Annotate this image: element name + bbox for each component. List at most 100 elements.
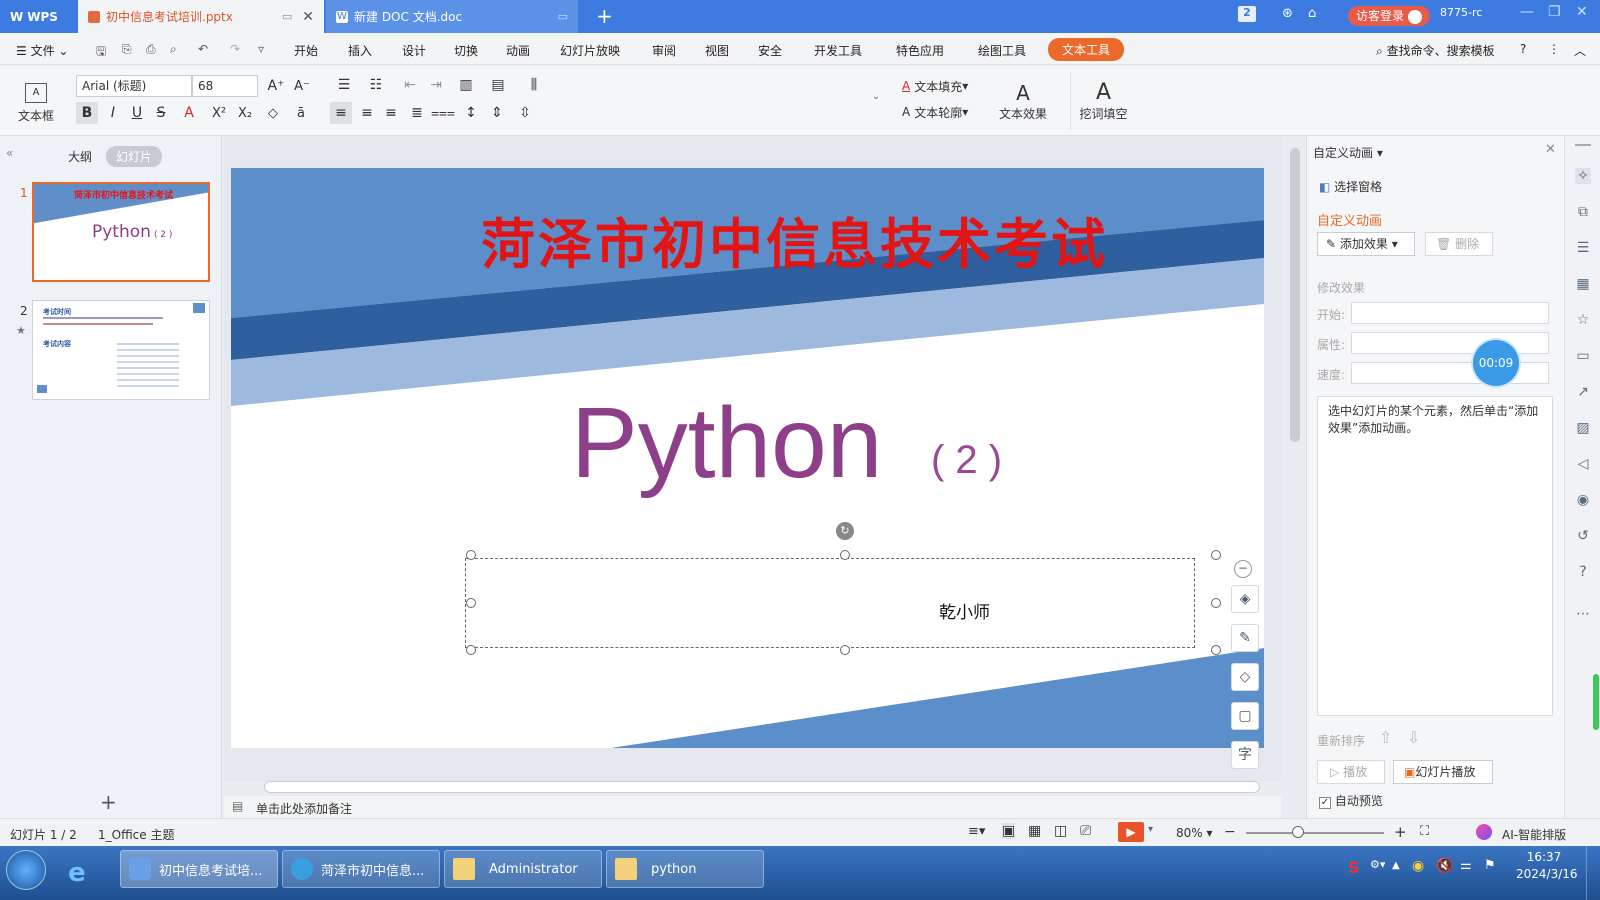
speed-select[interactable] [1351,362,1549,384]
presenter-view-icon[interactable]: ⎚ [1080,823,1091,839]
property-select[interactable] [1351,332,1549,354]
resize-handle[interactable] [1211,550,1221,560]
fill-bucket-icon[interactable]: ◇ [1231,663,1259,691]
menu-view[interactable]: 视图 [705,42,729,59]
edit-pen-icon[interactable]: ✎ [1231,624,1259,652]
font-family-select[interactable]: Arial (标题) [76,75,192,97]
align-right-icon[interactable]: ≡ [380,102,402,124]
save-icon[interactable]: 🖫 [96,42,106,63]
select-pane-button[interactable]: ◧ 选择窗格 [1319,178,1382,195]
tab-slides[interactable]: 幻灯片 [106,146,163,167]
slide-suffix-text[interactable]: ( 2 ) [931,438,1002,483]
cloze-button[interactable]: A 挖词填空 [1070,72,1136,130]
add-effect-button[interactable]: ✎ 添加效果 ▾ [1317,232,1415,256]
menu-review[interactable]: 审阅 [652,42,676,59]
tab-doc-file[interactable]: W 新建 DOC 文档.doc ▭ [326,0,578,33]
menu-security[interactable]: 安全 [758,42,782,59]
close-tab-icon[interactable]: ✕ [302,9,314,25]
decrease-font-icon[interactable]: A⁻ [292,76,312,96]
screen-icon[interactable]: ▭ [282,10,292,23]
notes-toggle-icon[interactable]: ≡▾ [968,824,985,839]
wps-home-tab[interactable]: W WPS [0,0,76,33]
collapse-pane-icon[interactable]: « [6,146,13,160]
ie-browser-icon[interactable]: e [68,858,86,888]
zoom-slider-thumb[interactable] [1292,826,1304,838]
minimize-icon[interactable]: — [1520,4,1534,20]
share-icon[interactable]: ⊛ [1282,6,1293,21]
backup-icon[interactable]: ◉ [1575,492,1591,508]
share-icon[interactable]: ↗ [1575,384,1591,400]
file-menu[interactable]: ☰ 文件 ⌄ [16,42,68,59]
slideshow-dropdown-icon[interactable]: ▾ [1148,824,1153,835]
columns-icon[interactable]: ▥ [454,75,478,95]
align-left-icon[interactable]: ≡ [330,102,352,124]
indent-icon[interactable]: ⇥ [426,75,446,95]
font-color-icon[interactable]: A [176,102,202,124]
menu-features[interactable]: 特色应用 [896,42,944,59]
resize-handle[interactable] [840,550,850,560]
text-fill-button[interactable]: A 文本填充 ▾ [902,76,968,96]
bold-icon[interactable]: B [76,102,98,124]
animation-icon[interactable]: ✧ [1575,168,1591,184]
increase-font-icon[interactable]: A⁺ [266,76,286,96]
image-library-icon[interactable]: ▦ [1575,276,1591,292]
justify-icon[interactable]: ≣ [406,102,428,124]
show-desktop-button[interactable] [1586,846,1600,900]
slide-main-text[interactable]: Python [571,386,882,501]
more-dots-icon[interactable]: ⋯ [1575,606,1591,622]
collapse-tools-icon[interactable]: − [1234,560,1252,578]
subscript-icon[interactable]: X₂ [234,102,256,124]
selected-textbox[interactable] [465,558,1195,648]
align-text-icon[interactable]: ⫼ [522,75,546,95]
help-icon[interactable]: ? [1520,42,1526,56]
text-format-icon[interactable]: 字 [1231,741,1259,769]
history-icon[interactable]: ↺ [1575,528,1591,544]
taskbar-item-folder-python[interactable]: python [606,850,764,888]
new-tab-button[interactable]: + [596,4,613,28]
font-size-select[interactable]: 68 [192,75,258,97]
move-up-icon[interactable]: ⇧ [1379,728,1392,747]
flag-icon[interactable]: ⚑ [1484,858,1496,873]
volume-muted-icon[interactable]: 🔇 [1436,858,1453,874]
network-icon[interactable]: ⚌ [1460,858,1472,873]
vertical-scrollbar[interactable] [1290,148,1300,442]
user-label[interactable]: 8775-rc [1440,6,1482,19]
delete-button[interactable]: 🗑 删除 [1425,232,1493,256]
start-select[interactable] [1351,302,1549,324]
resize-handle[interactable] [466,550,476,560]
play-slideshow-icon[interactable]: ▶ [1118,822,1144,842]
clock[interactable]: 16:37 2024/3/16 [1516,850,1578,881]
menu-design[interactable]: 设计 [402,42,426,59]
command-search[interactable]: ⌕ 查找命令、搜索模板 [1376,42,1495,59]
taskbar-item-browser[interactable]: 菏泽市初中信息... [282,850,440,888]
login-button[interactable]: 访客登录 [1348,6,1430,26]
char-spacing-icon[interactable]: ā [288,102,314,124]
resize-handle[interactable] [840,645,850,655]
resize-handle[interactable] [1211,645,1221,655]
play-button[interactable]: ▷ 播放 [1317,760,1385,784]
align-center-icon[interactable]: ≡ [356,102,378,124]
star-icon[interactable]: ☆ [1575,312,1591,328]
zoom-slider[interactable] [1246,832,1384,834]
resize-handle[interactable] [466,645,476,655]
zoom-in-icon[interactable]: + [1394,823,1407,841]
resize-handle[interactable] [466,598,476,608]
notes-bar[interactable]: ▤ 单击此处添加备注 [224,796,1281,818]
slide-title[interactable]: 菏泽市初中信息技术考试 [481,200,1108,279]
add-slide-button[interactable]: + [100,790,117,814]
maximize-icon[interactable]: ❐ [1548,4,1561,20]
menu-insert[interactable]: 插入 [348,42,372,59]
para-spacing-icon[interactable]: ⇕ [486,102,508,124]
horizontal-scrollbar[interactable] [264,781,1260,793]
preview-icon[interactable]: ⌕ [170,42,177,57]
redo-icon[interactable]: ↷ [230,42,240,56]
author-text[interactable]: 乾小师 [939,598,990,623]
text-outline-button[interactable]: A 文本轮廓 ▾ [902,102,968,122]
reading-view-icon[interactable]: ◫ [1054,823,1067,839]
menu-transition[interactable]: 切换 [454,42,478,59]
export-icon[interactable]: ⎘ [122,42,132,57]
recording-timer[interactable]: 00:09 [1473,340,1519,386]
outdent-icon[interactable]: ⇤ [400,75,420,95]
para-settings-icon[interactable]: ⇳ [512,102,538,124]
menu-drawing-tools[interactable]: 绘图工具 [978,42,1026,59]
